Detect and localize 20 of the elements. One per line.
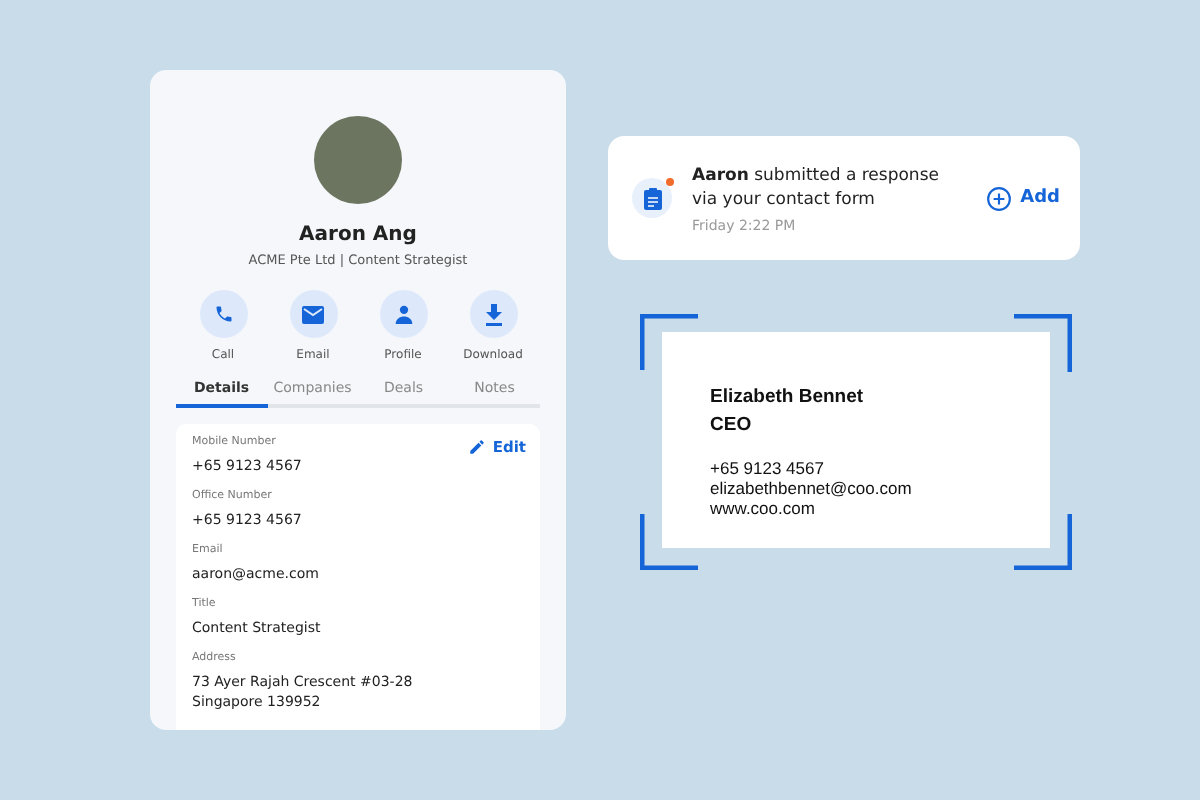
pencil-icon [468, 438, 487, 456]
person-icon [393, 304, 413, 324]
envelope-icon [302, 305, 324, 323]
add-button[interactable]: Add [986, 185, 1060, 211]
card-text: www.coo.com [710, 498, 817, 518]
card-text: +65 9123 4567 [710, 458, 826, 478]
notification-message: Aaron submitted a response via your contact form [692, 163, 941, 211]
avatar-photo-placeholder [314, 116, 402, 204]
card-name: Elizabeth Bennet [710, 384, 866, 412]
action-button[interactable] [379, 290, 427, 338]
clipboard-icon [643, 187, 661, 209]
phone-icon [213, 304, 233, 324]
download-icon [483, 303, 503, 325]
action-button[interactable] [289, 290, 337, 338]
action-button[interactable] [469, 290, 517, 338]
contact-name: Aaron Ang [299, 224, 417, 246]
action-button[interactable] [199, 290, 247, 338]
plus-circle-icon [986, 185, 1013, 211]
card-text: elizabethbennet@coo.com [710, 478, 914, 498]
card-title: CEO [710, 412, 754, 440]
